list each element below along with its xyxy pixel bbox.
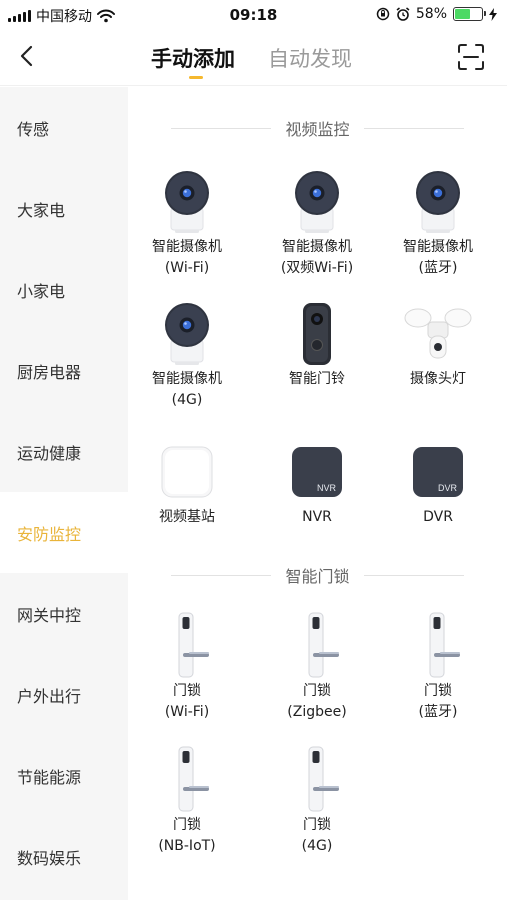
divider (171, 574, 272, 576)
device-variant: (4G) (171, 392, 203, 408)
device-name: NVR (302, 509, 332, 525)
tab-manual-add[interactable]: 手动添加 (151, 43, 235, 73)
device-card[interactable]: 视频基站 (127, 437, 247, 528)
device-name: 智能摄像机 (152, 239, 222, 255)
sidebar-item[interactable]: 运动健康 (0, 411, 128, 492)
camera-icon (127, 167, 247, 237)
device-card[interactable]: 门锁 (Zigbee) (257, 611, 377, 723)
chevron-left-icon[interactable] (14, 42, 42, 70)
device-name: DVR (423, 509, 453, 525)
sidebar-item[interactable]: 厨房电器 (0, 330, 128, 411)
status-right: 58% (376, 6, 497, 22)
sidebar-item[interactable]: 传感 (0, 87, 128, 168)
divider (363, 127, 464, 129)
floodlight-camera-icon (378, 299, 498, 369)
device-card[interactable]: 智能摄像机 (蓝牙) (378, 167, 498, 279)
svg-text:NVR: NVR (317, 483, 337, 493)
device-name: 门锁 (173, 817, 201, 833)
device-name: 智能摄像机 (403, 239, 473, 255)
device-card[interactable]: 智能摄像机 (双频Wi-Fi) (257, 167, 377, 279)
section-title-text: 视频监控 (285, 120, 350, 139)
device-name: 摄像头灯 (410, 371, 466, 387)
section-title-text: 智能门锁 (285, 567, 350, 586)
sidebar-item[interactable]: 户外出行 (0, 654, 128, 735)
device-card[interactable]: 门锁 (Wi-Fi) (127, 611, 247, 723)
device-catalog: 视频监控 智能摄像机 (Wi-Fi) 智能摄像机 (双频Wi-Fi) 智能摄像机… (128, 87, 507, 900)
battery-percent: 58% (415, 6, 447, 22)
door-lock-icon (127, 745, 247, 815)
door-lock-icon (127, 611, 247, 681)
rotation-lock-icon (376, 7, 390, 21)
camera-icon (257, 167, 377, 237)
device-name: 门锁 (303, 817, 331, 833)
device-card[interactable]: 门锁 (蓝牙) (378, 611, 498, 723)
device-variant: (蓝牙) (418, 260, 458, 276)
device-card[interactable]: DVR DVR (378, 437, 498, 528)
camera-icon (127, 299, 247, 369)
device-name: 智能门铃 (289, 371, 345, 387)
device-variant: (双频Wi-Fi) (280, 260, 354, 276)
alarm-icon (396, 7, 410, 21)
svg-text:DVR: DVR (438, 483, 458, 493)
divider (363, 574, 464, 576)
device-card[interactable]: 门锁 (4G) (257, 745, 377, 857)
device-variant: (4G) (301, 838, 333, 854)
charging-icon (489, 7, 497, 21)
tab-auto-discover[interactable]: 自动发现 (268, 43, 352, 73)
top-nav: 手动添加 自动发现 (0, 30, 507, 86)
sidebar-item[interactable]: 大家电 (0, 168, 128, 249)
device-name: 门锁 (424, 683, 452, 699)
device-name: 门锁 (303, 683, 331, 699)
section-title: 视频监控 (128, 116, 507, 140)
sidebar-item[interactable]: 安防监控 (0, 492, 128, 573)
device-name: 智能摄像机 (152, 371, 222, 387)
section-title: 智能门锁 (128, 563, 507, 587)
nvr-icon: NVR (257, 437, 377, 507)
device-card[interactable]: 智能摄像机 (4G) (127, 299, 247, 411)
category-sidebar: 传感 大家电 小家电 厨房电器 运动健康 安防监控 网关中控 户外出行 节能能源 数码娱乐 (0, 87, 128, 900)
sidebar-item[interactable]: 节能能源 (0, 735, 128, 816)
divider (171, 127, 272, 129)
device-card[interactable]: 智能门铃 (257, 299, 377, 390)
sidebar-item[interactable]: 小家电 (0, 249, 128, 330)
device-variant: (蓝牙) (418, 704, 458, 720)
scan-icon[interactable] (457, 43, 485, 71)
device-card[interactable]: 门锁 (NB-IoT) (127, 745, 247, 857)
sidebar-item[interactable]: 网关中控 (0, 573, 128, 654)
status-bar: 中国移动 09:18 58% (0, 0, 507, 30)
device-name: 智能摄像机 (282, 239, 352, 255)
device-card[interactable]: 智能摄像机 (Wi-Fi) (127, 167, 247, 279)
device-name: 视频基站 (159, 509, 215, 525)
dvr-icon: DVR (378, 437, 498, 507)
sidebar-item[interactable]: 数码娱乐 (0, 816, 128, 897)
device-name: 门锁 (173, 683, 201, 699)
doorbell-icon (257, 299, 377, 369)
device-card[interactable]: 摄像头灯 (378, 299, 498, 390)
door-lock-icon (257, 611, 377, 681)
device-variant: (Wi-Fi) (164, 260, 210, 276)
active-tab-indicator (189, 76, 203, 79)
device-card[interactable]: NVR NVR (257, 437, 377, 528)
device-variant: (Wi-Fi) (164, 704, 210, 720)
device-variant: (NB-IoT) (158, 838, 216, 854)
camera-icon (378, 167, 498, 237)
door-lock-icon (378, 611, 498, 681)
door-lock-icon (257, 745, 377, 815)
battery-icon (453, 7, 486, 21)
device-variant: (Zigbee) (287, 704, 347, 720)
battery-fill (455, 9, 471, 19)
base-station-icon (127, 437, 247, 507)
